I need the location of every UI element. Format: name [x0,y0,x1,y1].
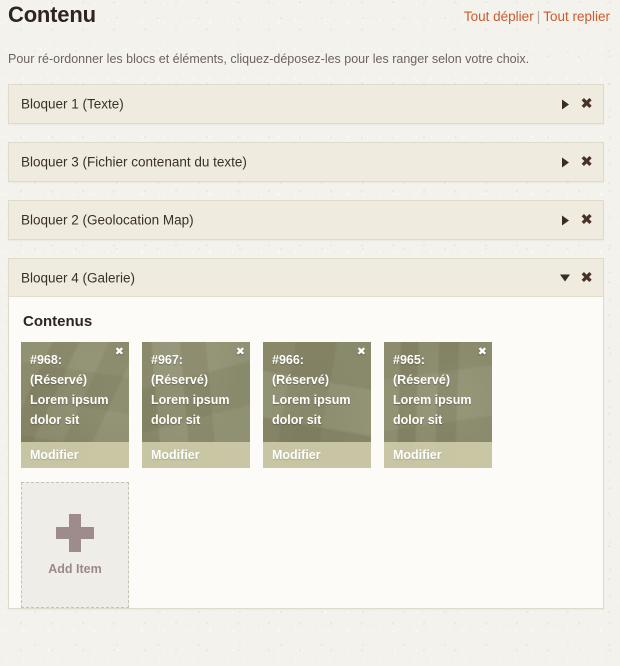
page-header: Contenu Tout déplier | Tout replier [0,0,620,42]
gallery-item-card[interactable]: ✖ #966: (Réservé) Lorem ipsum dolor sit … [263,342,371,468]
close-icon[interactable]: ✖ [478,345,487,358]
close-icon[interactable]: ✖ [580,212,593,228]
triangle-right-icon[interactable] [559,97,571,111]
block-title: Bloquer 1 (Texte) [21,96,124,112]
item-text: #968: (Réservé) Lorem ipsum dolor sit [30,350,109,430]
close-icon[interactable]: ✖ [115,345,124,358]
item-id: #968: [30,353,62,367]
item-edit-button[interactable]: Modifier [384,442,492,468]
triangle-right-icon[interactable] [559,155,571,169]
item-title-line-1: Lorem ipsum [30,393,109,407]
triangle-right-icon[interactable] [559,213,571,227]
add-item-label: Add Item [48,562,102,576]
close-icon[interactable]: ✖ [357,345,366,358]
item-edit-button[interactable]: Modifier [263,442,371,468]
block-title: Bloquer 3 (Fichier contenant du texte) [21,154,247,170]
header-links-separator: | [536,9,541,24]
block-header[interactable]: Bloquer 2 (Geolocation Map) ✖ [9,201,603,239]
item-text: #966: (Réservé) Lorem ipsum dolor sit [272,350,351,430]
item-title-line-2: dolor sit [393,413,443,427]
item-text: #967: (Réservé) Lorem ipsum dolor sit [151,350,230,430]
contents-heading: Contenus [23,313,93,330]
item-reserved-label: (Réservé) [151,373,208,387]
block-header[interactable]: Bloquer 1 (Texte) ✖ [9,85,603,123]
triangle-down-icon[interactable] [559,271,571,285]
content-blocks-page: Contenu Tout déplier | Tout replier Pour r… [0,0,620,666]
block-header[interactable]: Bloquer 3 (Fichier contenant du texte) ✖ [9,143,603,181]
item-reserved-label: (Réservé) [30,373,87,387]
item-title-line-2: dolor sit [272,413,322,427]
item-reserved-label: (Réservé) [393,373,450,387]
close-icon[interactable]: ✖ [236,345,245,358]
item-edit-button[interactable]: Modifier [142,442,250,468]
blocks-list: Bloquer 1 (Texte) ✖ Bloquer 3 (Fichier c… [8,84,604,627]
instructions-text: Pour ré-ordonner les blocs et éléments, … [8,52,530,66]
item-id: #966: [272,353,304,367]
plus-icon [56,514,94,552]
gallery-items-row: ✖ #968: (Réservé) Lorem ipsum dolor sit … [21,342,591,468]
close-icon[interactable]: ✖ [580,96,593,112]
block-title: Bloquer 4 (Galerie) [21,270,136,285]
page-title: Contenu [8,2,96,27]
item-title-line-1: Lorem ipsum [272,393,351,407]
block-item[interactable]: Bloquer 3 (Fichier contenant du texte) ✖ [8,142,604,182]
block-item[interactable]: Bloquer 2 (Geolocation Map) ✖ [8,200,604,240]
item-id: #965: [393,353,425,367]
block-title: Bloquer 2 (Geolocation Map) [21,212,194,228]
item-id: #967: [151,353,183,367]
gallery-item-card[interactable]: ✖ #965: (Réservé) Lorem ipsum dolor sit … [384,342,492,468]
gallery-item-card[interactable]: ✖ #968: (Réservé) Lorem ipsum dolor sit … [21,342,129,468]
block-tools: ✖ [559,154,593,170]
add-item-row: Add Item [21,482,591,608]
item-title-line-1: Lorem ipsum [393,393,472,407]
add-item-button[interactable]: Add Item [21,482,129,608]
block-item[interactable]: Bloquer 1 (Texte) ✖ [8,84,604,124]
block-body: Contenus ✖ #968: (Réservé) Lorem ipsum d… [9,297,603,608]
collapse-all-link[interactable]: Tout replier [543,9,610,24]
block-tools: ✖ [559,212,593,228]
block-header[interactable]: Bloquer 4 (Galerie) ✖ [9,259,603,297]
close-icon[interactable]: ✖ [580,270,593,285]
item-reserved-label: (Réservé) [272,373,329,387]
item-text: #965: (Réservé) Lorem ipsum dolor sit [393,350,472,430]
block-tools: ✖ [559,270,593,285]
gallery-item-card[interactable]: ✖ #967: (Réservé) Lorem ipsum dolor sit … [142,342,250,468]
block-item[interactable]: Bloquer 4 (Galerie) ✖ Contenus ✖ #968: (… [8,258,604,609]
item-edit-button[interactable]: Modifier [21,442,129,468]
header-actions: Tout déplier | Tout replier [464,9,610,24]
block-tools: ✖ [559,96,593,112]
close-icon[interactable]: ✖ [580,154,593,170]
item-title-line-1: Lorem ipsum [151,393,230,407]
item-title-line-2: dolor sit [151,413,201,427]
expand-all-link[interactable]: Tout déplier [464,9,534,24]
item-title-line-2: dolor sit [30,413,80,427]
